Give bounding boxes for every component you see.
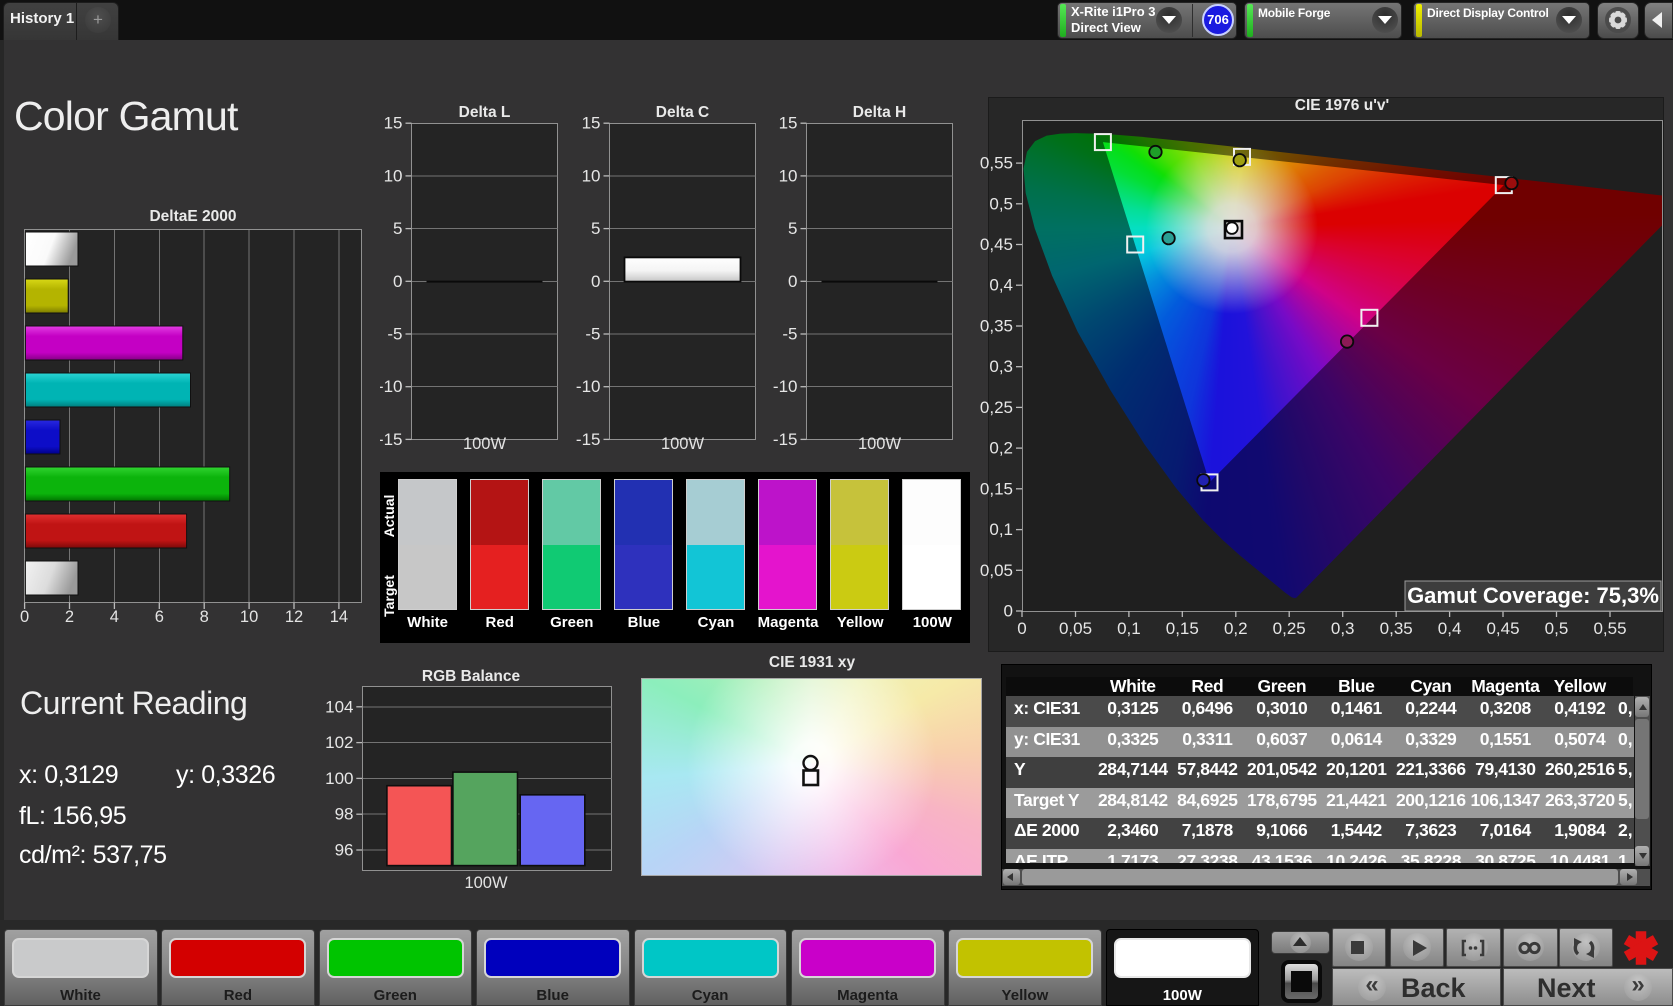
- svg-text:15: 15: [384, 114, 403, 133]
- svg-text:0,15: 0,15: [980, 479, 1013, 498]
- svg-text:Gamut Coverage: 75,3%: Gamut Coverage: 75,3%: [1407, 583, 1659, 608]
- svg-text:0,55: 0,55: [980, 154, 1013, 173]
- svg-text:15: 15: [779, 114, 798, 133]
- svg-text:5: 5: [393, 219, 402, 238]
- svg-text:2: 2: [65, 608, 74, 626]
- svg-text:0,35: 0,35: [980, 317, 1013, 336]
- svg-text:0,3: 0,3: [989, 357, 1013, 376]
- svg-text:0,55: 0,55: [1593, 619, 1626, 638]
- svg-text:-15: -15: [576, 430, 601, 449]
- svg-text:6: 6: [155, 608, 164, 626]
- svg-text:10: 10: [779, 166, 798, 185]
- svg-text:0: 0: [1004, 602, 1013, 621]
- svg-text:100W: 100W: [661, 435, 705, 453]
- svg-text:Delta H: Delta H: [853, 104, 906, 121]
- svg-text:104: 104: [325, 697, 353, 716]
- svg-text:100W: 100W: [463, 435, 507, 453]
- svg-text:0: 0: [591, 272, 600, 291]
- svg-text:0,5: 0,5: [989, 194, 1013, 213]
- svg-text:-10: -10: [773, 377, 798, 396]
- svg-text:0,4: 0,4: [989, 276, 1013, 295]
- svg-text:-10: -10: [576, 377, 601, 396]
- svg-text:0: 0: [788, 272, 797, 291]
- svg-text:0: 0: [393, 272, 402, 291]
- svg-text:5: 5: [591, 219, 600, 238]
- svg-text:-5: -5: [387, 325, 402, 344]
- svg-text:RGB Balance: RGB Balance: [422, 668, 521, 685]
- svg-text:0,45: 0,45: [980, 235, 1013, 254]
- svg-text:100W: 100W: [858, 435, 902, 453]
- svg-text:100W: 100W: [464, 874, 508, 892]
- svg-text:5: 5: [788, 219, 797, 238]
- svg-text:Delta L: Delta L: [459, 104, 511, 121]
- svg-text:14: 14: [330, 608, 348, 626]
- svg-text:0,2: 0,2: [989, 439, 1013, 458]
- svg-text:0,4: 0,4: [1438, 619, 1462, 638]
- svg-text:0,5: 0,5: [1545, 619, 1569, 638]
- svg-text:-10: -10: [380, 377, 403, 396]
- svg-text:102: 102: [325, 733, 353, 752]
- svg-text:-5: -5: [782, 325, 797, 344]
- svg-text:15: 15: [582, 114, 601, 133]
- svg-text:0,1: 0,1: [989, 520, 1013, 539]
- svg-text:DeltaE 2000: DeltaE 2000: [149, 208, 236, 225]
- svg-text:-5: -5: [585, 325, 600, 344]
- svg-text:-15: -15: [773, 430, 798, 449]
- svg-text:0,1: 0,1: [1117, 619, 1141, 638]
- svg-text:0: 0: [1017, 619, 1026, 638]
- svg-text:0,25: 0,25: [980, 398, 1013, 417]
- svg-text:0,2: 0,2: [1224, 619, 1248, 638]
- svg-text:0,15: 0,15: [1166, 619, 1199, 638]
- svg-text:10: 10: [384, 166, 403, 185]
- svg-text:0: 0: [20, 608, 29, 626]
- svg-text:0,45: 0,45: [1486, 619, 1519, 638]
- svg-text:0,3: 0,3: [1331, 619, 1355, 638]
- svg-text:CIE 1976 u'v': CIE 1976 u'v': [1295, 97, 1389, 114]
- svg-text:10: 10: [582, 166, 601, 185]
- svg-text:98: 98: [335, 805, 354, 824]
- svg-text:0,05: 0,05: [980, 561, 1013, 580]
- svg-text:10: 10: [240, 608, 258, 626]
- svg-text:100: 100: [325, 769, 353, 788]
- svg-text:-15: -15: [380, 430, 403, 449]
- svg-text:96: 96: [335, 841, 354, 860]
- svg-text:4: 4: [110, 608, 119, 626]
- svg-text:0,25: 0,25: [1273, 619, 1306, 638]
- svg-text:0,35: 0,35: [1380, 619, 1413, 638]
- svg-text:Delta C: Delta C: [656, 104, 709, 121]
- svg-text:0,05: 0,05: [1059, 619, 1092, 638]
- svg-text:12: 12: [285, 608, 303, 626]
- svg-text:8: 8: [200, 608, 209, 626]
